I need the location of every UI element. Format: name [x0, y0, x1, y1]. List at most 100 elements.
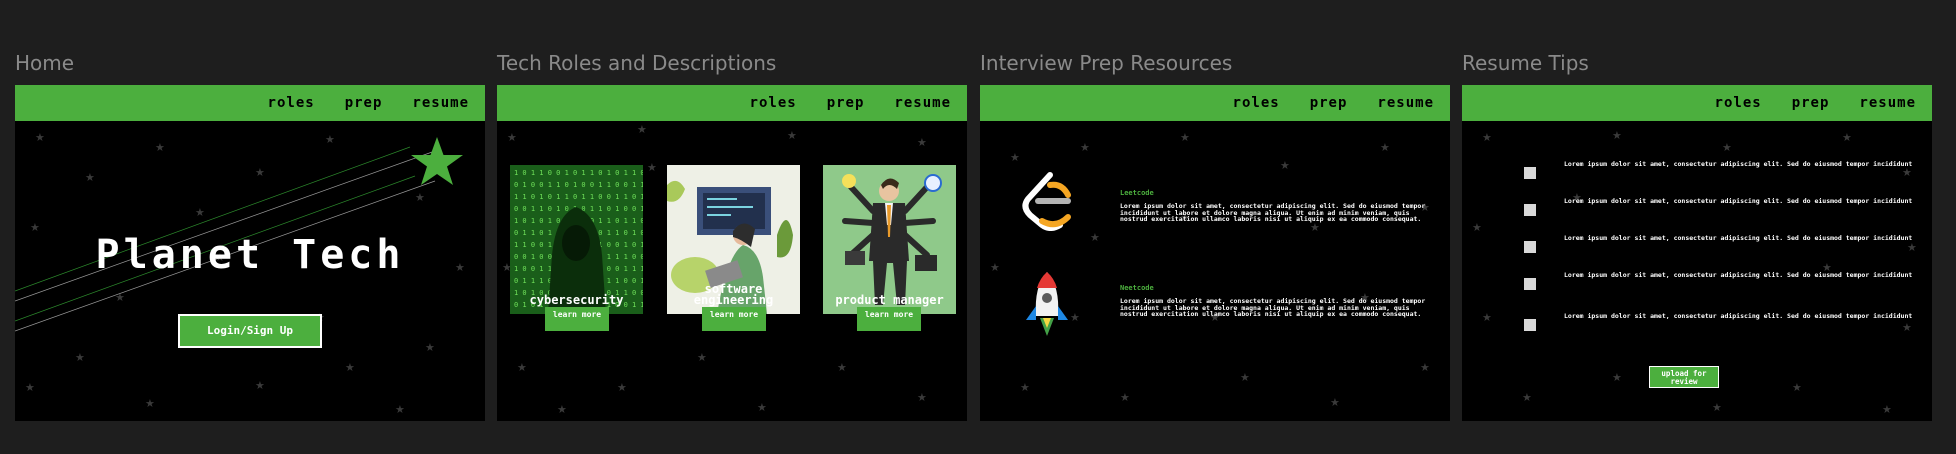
frame-roles: Tech Roles and Descriptions ★ ★ ★ ★ ★ ★ ★ ★ … [497, 49, 967, 421]
nav-roles[interactable]: roles [750, 95, 797, 111]
svg-text:★: ★ [837, 361, 847, 374]
frame-resume: Resume Tips ★ ★ ★ ★ ★ ★ ★ ★ ★ ★ ★ ★ ★ ★ ★ ★ role… [1462, 49, 1932, 421]
svg-text:★: ★ [557, 403, 567, 416]
svg-text:★: ★ [1472, 221, 1482, 234]
nav-resume[interactable]: resume [1377, 95, 1434, 111]
svg-text:1 0 1 1 0 0 1 0 1 1 0 1 0 1 1: 1 0 1 1 0 0 1 0 1 1 0 1 0 1 1 0 [514, 169, 643, 177]
frame-home: Home ★★ ★★ ★★ ★★ ★★ ★★ ★★ ★★ ★★ ★★ ro [15, 49, 485, 421]
nav-prep[interactable]: prep [1310, 95, 1348, 111]
svg-text:★: ★ [1280, 159, 1290, 172]
upload-for-review-button[interactable]: upload for review [1649, 366, 1719, 388]
frame-title-home: Home [15, 51, 75, 75]
svg-text:★: ★ [1120, 391, 1130, 404]
role-card-label: product manager [835, 293, 944, 307]
svg-text:1 1 0 1 0 1 1 0 1 1 0 0 1 1 0: 1 1 0 1 0 1 1 0 1 1 0 0 1 1 0 1 [514, 193, 643, 201]
svg-text:★: ★ [1330, 396, 1340, 409]
svg-text:★: ★ [145, 397, 155, 410]
tip-text: Lorem ipsum dolor sit amet, consectetur … [1564, 197, 1913, 205]
tip-checkbox[interactable] [1524, 278, 1536, 290]
svg-text:★: ★ [757, 401, 767, 414]
role-card-software-engineering[interactable]: software engineering [667, 165, 800, 314]
svg-text:★: ★ [395, 403, 405, 416]
nav-bar: roles prep resume [15, 85, 485, 121]
nav-roles[interactable]: roles [1233, 95, 1280, 111]
login-signup-button[interactable]: Login/Sign Up [178, 314, 322, 348]
resource-description: Lorem ipsum dolor sit amet, consectetur … [1120, 202, 1426, 223]
svg-text:★: ★ [195, 206, 205, 219]
resource-title-leetcode[interactable]: Leetcode [1120, 189, 1154, 197]
svg-text:★: ★ [1792, 381, 1802, 394]
svg-text:★: ★ [115, 291, 125, 304]
svg-text:★: ★ [425, 341, 435, 354]
role-card-product-manager[interactable]: product manager [823, 165, 956, 314]
nav-resume[interactable]: resume [894, 95, 951, 111]
svg-text:★: ★ [1722, 141, 1732, 154]
svg-text:★: ★ [85, 171, 95, 184]
svg-text:★: ★ [1712, 401, 1722, 414]
svg-text:★: ★ [1907, 241, 1917, 254]
role-card-label: cybersecurity [529, 293, 624, 307]
learn-more-button-cybersecurity[interactable]: learn more [545, 307, 609, 331]
home-page: ★★ ★★ ★★ ★★ ★★ ★★ ★★ ★★ ★★ ★★ roles prep… [15, 85, 485, 421]
nav-roles[interactable]: roles [268, 95, 315, 111]
tip-text: Lorem ipsum dolor sit amet, consectetur … [1564, 160, 1913, 168]
resource-title-neetcode[interactable]: Neetcode [1120, 284, 1154, 292]
svg-text:★: ★ [1090, 231, 1100, 244]
svg-text:★: ★ [617, 381, 627, 394]
svg-text:0 1 0 0 1 1 0 1 0 0 1 1 0 0 1: 0 1 0 0 1 1 0 1 0 0 1 1 0 0 1 1 [514, 181, 643, 189]
svg-text:★: ★ [990, 261, 1000, 274]
nav-resume[interactable]: resume [1859, 95, 1916, 111]
svg-text:★: ★ [1482, 131, 1492, 144]
svg-text:★: ★ [1522, 391, 1532, 404]
frame-title-resume: Resume Tips [1462, 51, 1589, 75]
nav-roles[interactable]: roles [1715, 95, 1762, 111]
svg-text:★: ★ [1842, 131, 1852, 144]
learn-more-button-software-engineering[interactable]: learn more [702, 307, 766, 331]
role-card-cybersecurity[interactable]: 1 0 1 1 0 0 1 0 1 1 0 1 0 1 1 0 0 1 0 0 … [510, 165, 643, 314]
tip-checkbox[interactable] [1524, 319, 1536, 331]
svg-text:★: ★ [1902, 321, 1912, 334]
svg-text:★: ★ [917, 391, 927, 404]
svg-text:★: ★ [697, 351, 707, 364]
svg-text:★: ★ [1612, 129, 1622, 142]
svg-text:★: ★ [507, 131, 517, 144]
rocket-icon[interactable] [1024, 270, 1070, 344]
nav-prep[interactable]: prep [1792, 95, 1830, 111]
tip-checkbox[interactable] [1524, 241, 1536, 253]
svg-text:★: ★ [1482, 311, 1492, 324]
svg-text:★: ★ [345, 361, 355, 374]
frame-title-prep: Interview Prep Resources [980, 51, 1233, 75]
svg-text:★: ★ [637, 123, 647, 136]
svg-text:★: ★ [787, 129, 797, 142]
tip-checkbox[interactable] [1524, 204, 1536, 216]
svg-text:★: ★ [1010, 151, 1020, 164]
hacker-illustration: 1 0 1 1 0 0 1 0 1 1 0 1 0 1 1 0 0 1 0 0 … [510, 165, 643, 314]
svg-text:★: ★ [1882, 403, 1892, 416]
nav-bar: roles prep resume [980, 85, 1450, 121]
svg-text:★: ★ [415, 191, 425, 204]
svg-text:★: ★ [255, 166, 265, 179]
manager-illustration [823, 165, 956, 314]
learn-more-button-product-manager[interactable]: learn more [857, 307, 921, 331]
tip-text: Lorem ipsum dolor sit amet, consectetur … [1564, 312, 1913, 320]
svg-text:★: ★ [75, 351, 85, 364]
tip-checkbox[interactable] [1524, 167, 1536, 179]
leetcode-logo-icon[interactable] [1020, 171, 1076, 231]
svg-text:★: ★ [647, 161, 657, 174]
svg-text:★: ★ [1080, 141, 1090, 154]
nav-resume[interactable]: resume [412, 95, 469, 111]
nav-prep[interactable]: prep [827, 95, 865, 111]
svg-text:★: ★ [917, 136, 927, 149]
svg-text:★: ★ [1380, 141, 1390, 154]
svg-text:★: ★ [155, 141, 165, 154]
roles-page: ★★ ★★ ★★ ★★ ★★ ★★ ★★ ★★ roles prep resum… [497, 85, 967, 421]
svg-text:★: ★ [1240, 371, 1250, 384]
nav-bar: roles prep resume [1462, 85, 1932, 121]
star-logo-icon [411, 137, 463, 185]
svg-text:★: ★ [517, 361, 527, 374]
svg-text:★: ★ [325, 133, 335, 146]
nav-prep[interactable]: prep [345, 95, 383, 111]
resume-page: ★ ★ ★ ★ ★ ★ ★ ★ ★ ★ ★ ★ ★ ★ ★ ★ roles prep resum… [1462, 85, 1932, 421]
svg-text:★: ★ [255, 379, 265, 392]
prep-page: ★ ★ ★ ★ ★ ★ ★ ★ ★ ★ ★ ★ ★ ★ ★ ★ ★ ★ roles prep re… [980, 85, 1450, 421]
